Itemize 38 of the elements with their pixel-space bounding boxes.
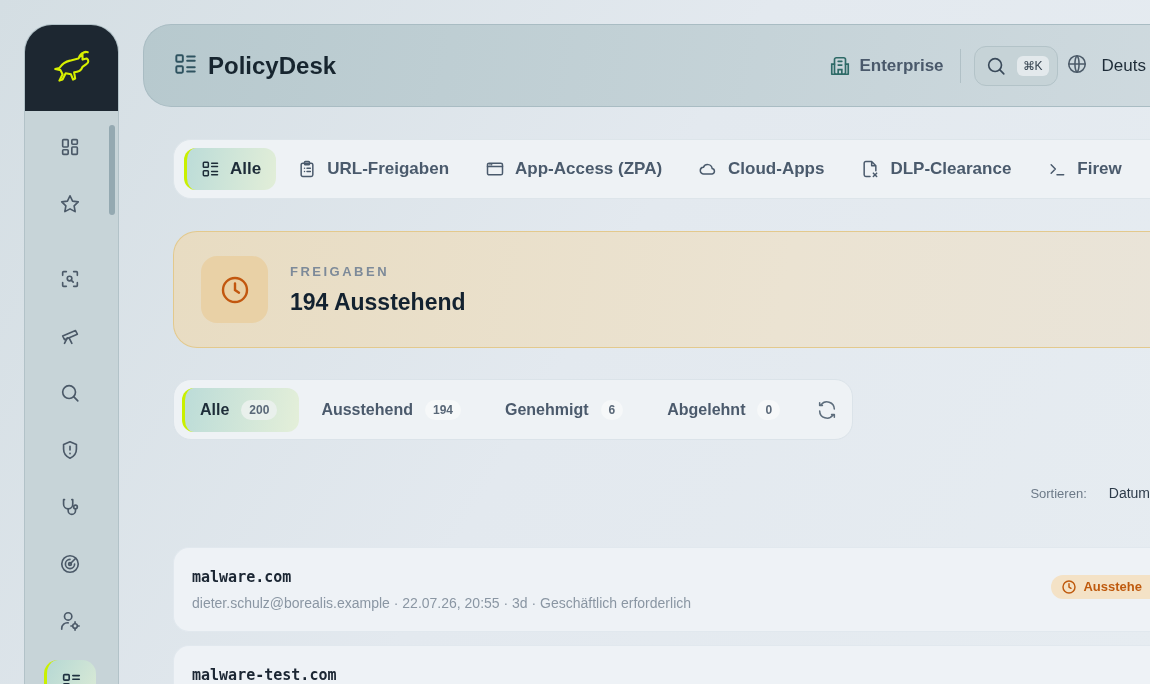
status-tab[interactable]: Alle 200 [182,387,300,432]
count-badge: 194 [424,399,461,420]
request-card[interactable]: malware-test.com [173,645,1150,684]
language-selector[interactable]: Deuts [1101,55,1146,76]
category-tab[interactable]: DLP-Clearance [845,148,1027,190]
category-tab[interactable]: Cloud-Apps [683,148,840,190]
count-badge: 0 [757,399,781,420]
search-button[interactable]: ⌘K [973,45,1058,86]
clock-icon [1061,578,1078,595]
building-icon [829,54,852,77]
status-badge: Ausstehe [1051,574,1150,599]
category-tab[interactable]: App-Access (ZPA) [470,148,678,190]
category-tab[interactable]: URL-Freigaben [282,148,465,190]
star-icon [58,193,81,215]
radar-icon [58,553,81,575]
sort-selector[interactable]: Datum [1108,485,1150,501]
category-tab[interactable]: Alle [184,148,277,190]
globe-icon [1065,52,1088,75]
request-domain: malware-test.com [192,666,338,684]
user-settings-icon [58,610,81,632]
list-icon [200,159,220,179]
request-card[interactable]: malware.com dieter.schulz@borealis.example · 22.07.26, 20:55 · 3d · Geschäftlich erforderlich Ausstehe [173,547,1150,632]
count-badge: 200 [241,399,278,420]
status-tab[interactable]: Abgelehnt 0 [649,387,803,432]
category-tab[interactable]: Firew [1032,148,1137,190]
banner-label: FREIGABEN [290,263,391,279]
sort-label: Sortieren: [1030,485,1087,501]
status-tab[interactable]: Ausstehend 194 [303,387,483,432]
request-details: dieter.schulz@borealis.example · 22.07.26, 20:55 · 3d · Geschäftlich erforderlich [192,595,693,611]
browser-window-icon [485,159,506,179]
app-title: PolicyDesk [208,51,337,80]
shortcut-hint: ⌘K [1016,55,1049,76]
status-tab[interactable]: Genehmigt 6 [487,387,646,432]
banner-title: 194 Ausstehend [290,288,466,316]
scrollbar[interactable] [109,125,115,215]
count-badge: 6 [600,399,624,420]
request-domain: malware.com [192,568,293,586]
plan-label: Enterprise [859,55,944,76]
